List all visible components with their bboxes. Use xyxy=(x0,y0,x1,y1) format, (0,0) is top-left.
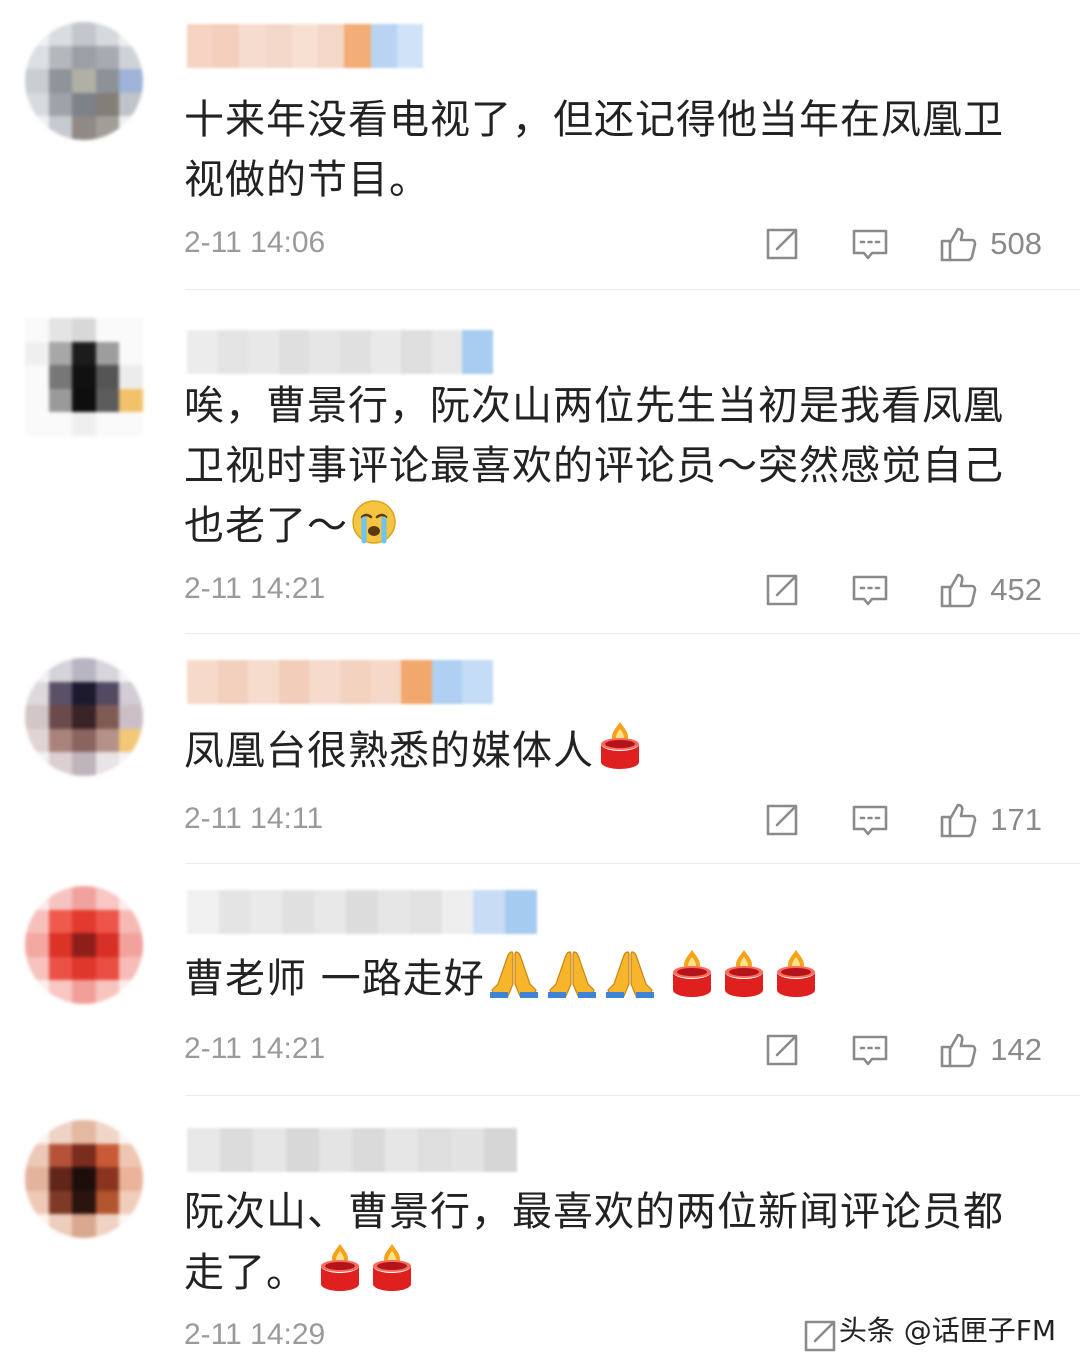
username[interactable] xyxy=(187,330,493,374)
comment-text: 十来年没看电视了，但还记得他当年在凤凰卫视做的节目。 xyxy=(184,90,1044,210)
comment-actions: 452 xyxy=(762,568,1042,612)
comment-item: 曹老师 一路走好 2-11 14:21 142 xyxy=(0,864,1080,1096)
username[interactable] xyxy=(187,24,423,68)
comment-icon[interactable] xyxy=(850,224,890,264)
thumbs-up-icon[interactable] xyxy=(938,570,978,610)
like-count: 452 xyxy=(990,572,1042,607)
candle-emoji xyxy=(369,1242,415,1292)
share-icon[interactable] xyxy=(762,224,802,264)
like-count: 508 xyxy=(990,226,1042,261)
username[interactable] xyxy=(187,1128,517,1172)
thumbs-up-icon[interactable] xyxy=(938,1030,978,1070)
comment-content: 凤凰台很熟悉的媒体人 xyxy=(184,728,594,774)
username[interactable] xyxy=(187,890,537,934)
share-icon[interactable] xyxy=(762,570,802,610)
thumbs-up-icon[interactable] xyxy=(938,224,978,264)
comment-actions xyxy=(800,1314,840,1358)
comment-text: 凤凰台很熟悉的媒体人 xyxy=(184,720,1044,781)
like-count: 142 xyxy=(990,1032,1042,1067)
comment-text: 阮次山、曹景行，最喜欢的两位新闻评论员都走了。 xyxy=(184,1182,1044,1303)
comment-timestamp: 2-11 14:21 xyxy=(184,572,326,605)
share-icon[interactable] xyxy=(762,1030,802,1070)
avatar[interactable] xyxy=(25,1120,143,1238)
comment-icon[interactable] xyxy=(850,1030,890,1070)
candle-emoji xyxy=(669,948,715,998)
candle-emoji xyxy=(317,1242,363,1292)
share-icon[interactable] xyxy=(800,1316,840,1356)
comment-item: 十来年没看电视了，但还记得他当年在凤凰卫视做的节目。 2-11 14:06 50… xyxy=(0,0,1080,290)
comment-actions: 508 xyxy=(762,222,1042,266)
avatar[interactable] xyxy=(25,318,143,436)
praying-hands-emoji xyxy=(546,948,598,998)
comment-item: 唉，曹景行，阮次山两位先生当初是我看凤凰卫视时事评论最喜欢的评论员～突然感觉自己… xyxy=(0,290,1080,634)
comment-content: 唉，曹景行，阮次山两位先生当初是我看凤凰卫视时事评论最喜欢的评论员～突然感觉自己… xyxy=(184,383,1004,549)
comment-content: 阮次山、曹景行，最喜欢的两位新闻评论员都走了。 xyxy=(184,1189,1004,1296)
comment-icon[interactable] xyxy=(850,800,890,840)
comment-timestamp: 2-11 14:29 xyxy=(184,1318,326,1351)
comment-icon[interactable] xyxy=(850,570,890,610)
comment-actions: 171 xyxy=(762,798,1042,842)
comment-timestamp: 2-11 14:21 xyxy=(184,1032,326,1065)
comment-timestamp: 2-11 14:11 xyxy=(184,802,323,835)
comment-content: 十来年没看电视了，但还记得他当年在凤凰卫视做的节目。 xyxy=(184,97,1004,203)
crying-face-emoji xyxy=(351,499,397,545)
username[interactable] xyxy=(187,660,493,704)
share-icon[interactable] xyxy=(762,800,802,840)
praying-hands-emoji xyxy=(604,948,656,998)
comment-content: 曹老师 一路走好 xyxy=(184,956,485,1002)
candle-emoji xyxy=(721,948,767,998)
watermark: 头条 @话匣子FM xyxy=(838,1314,1056,1347)
comment-item: 凤凰台很熟悉的媒体人 2-11 14:11 171 xyxy=(0,634,1080,864)
comment-actions: 142 xyxy=(762,1028,1042,1072)
thumbs-up-icon[interactable] xyxy=(938,800,978,840)
avatar[interactable] xyxy=(25,658,143,776)
avatar[interactable] xyxy=(25,886,143,1004)
avatar[interactable] xyxy=(25,22,143,140)
praying-hands-emoji xyxy=(488,948,540,998)
candle-emoji xyxy=(773,948,819,998)
comment-text: 唉，曹景行，阮次山两位先生当初是我看凤凰卫视时事评论最喜欢的评论员～突然感觉自己… xyxy=(184,376,1044,556)
like-count: 171 xyxy=(990,802,1042,837)
candle-emoji xyxy=(597,720,643,770)
comment-text: 曹老师 一路走好 xyxy=(184,948,1044,1009)
comment-timestamp: 2-11 14:06 xyxy=(184,226,326,259)
